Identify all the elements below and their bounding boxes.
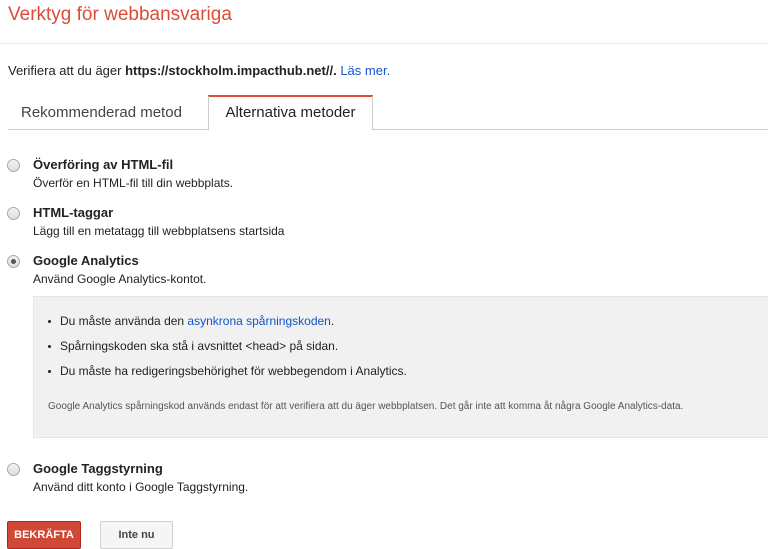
option-title: Google Analytics [33, 253, 139, 268]
option-description: Använd Google Analytics-kontot. [33, 272, 207, 286]
option-description: Överför en HTML-fil till din webbplats. [33, 176, 234, 190]
radio-html-tag[interactable] [7, 207, 20, 220]
option-title: Google Taggstyrning [33, 461, 163, 476]
method-tabs: Rekommenderad metod Alternativa metoder [0, 95, 768, 131]
analytics-note: Google Analytics spårningskod används en… [48, 401, 684, 412]
verify-prefix: Verifiera att du äger [8, 63, 126, 78]
radio-html-file[interactable] [7, 159, 20, 172]
tab-alternative-methods[interactable]: Alternativa metoder [208, 95, 373, 131]
tab-recommended-method[interactable]: Rekommenderad metod [21, 96, 182, 129]
option-description: Använd ditt konto i Google Taggstyrning. [33, 480, 249, 494]
verify-suffix: /. [329, 63, 341, 78]
analytics-info-panel: Du måste använda den asynkrona spårnings… [33, 296, 768, 438]
option-title: Överföring av HTML-fil [33, 157, 174, 172]
async-tracking-code-link[interactable]: asynkrona spårningskoden [187, 314, 330, 328]
page-header: Verktyg för webbansvariga [0, 0, 768, 44]
verify-instruction: Verifiera att du äger https://stockholm.… [8, 63, 390, 78]
page-title: Verktyg för webbansvariga [8, 4, 232, 25]
bullet-text: . [330, 314, 335, 328]
learn-more-link[interactable]: Läs mer. [340, 63, 390, 78]
requirements-list: Du måste använda den asynkrona spårnings… [48, 313, 407, 388]
list-item: Du måste ha redigeringsbehörighet för we… [48, 363, 407, 388]
bullet-text: Du måste använda den [60, 314, 188, 328]
site-url: https://stockholm.impacthub.net/ [125, 63, 330, 78]
option-title: HTML-taggar [33, 205, 114, 220]
tabs-divider [8, 129, 768, 130]
list-item: Du måste använda den asynkrona spårnings… [48, 313, 407, 338]
radio-google-analytics[interactable] [7, 255, 20, 268]
radio-google-tag-manager[interactable] [7, 463, 20, 476]
option-description: Lägg till en metatagg till webbplatsens … [33, 224, 285, 238]
list-item: Spårningskoden ska stå i avsnittet <head… [48, 338, 407, 363]
